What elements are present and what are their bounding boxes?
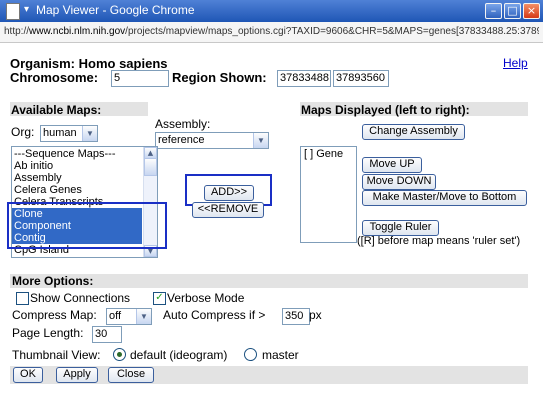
chromosome-label: Chromosome: bbox=[10, 70, 99, 85]
auto-compress-unit: px bbox=[309, 308, 322, 322]
make-master-button[interactable]: Make Master/Move to Bottom bbox=[362, 190, 527, 206]
auto-compress-label: Auto Compress if > bbox=[163, 308, 266, 322]
compress-map-value: off bbox=[109, 310, 122, 322]
list-item[interactable]: ---Sequence Maps--- bbox=[12, 148, 142, 160]
help-link[interactable]: Help bbox=[503, 56, 528, 70]
url-prefix: http:// bbox=[4, 26, 30, 37]
assembly-value: reference bbox=[158, 134, 205, 146]
thumbnail-master-label: master bbox=[262, 348, 299, 362]
show-connections-label: Show Connections bbox=[30, 291, 131, 305]
close-icon[interactable]: × bbox=[523, 3, 540, 19]
assembly-label: Assembly: bbox=[155, 117, 211, 131]
chromosome-input[interactable]: 5 bbox=[111, 70, 169, 87]
add-button[interactable]: ADD>> bbox=[204, 185, 254, 201]
list-item[interactable]: Assembly bbox=[12, 172, 142, 184]
window-title: Map Viewer - Google Chrome bbox=[36, 3, 195, 17]
page-icon bbox=[6, 3, 20, 20]
url-host: www.ncbi.nlm.nih.gov bbox=[29, 26, 126, 37]
thumbnail-view-label: Thumbnail View: bbox=[12, 348, 101, 362]
check-icon: ✓ bbox=[155, 292, 164, 303]
radio-dot-icon bbox=[117, 352, 122, 357]
list-item[interactable]: Celera Genes bbox=[12, 184, 142, 196]
move-up-button[interactable]: Move UP bbox=[362, 157, 422, 173]
maximize-icon[interactable]: □ bbox=[504, 3, 521, 19]
page-length-input[interactable]: 30 bbox=[92, 326, 122, 343]
ruler-note: ([R] before map means 'ruler set') bbox=[357, 235, 521, 247]
list-item[interactable]: [ ] Gene bbox=[302, 148, 355, 160]
chevron-down-icon[interactable]: ▼ bbox=[82, 126, 97, 141]
chevron-down-icon[interactable]: ▼ bbox=[253, 133, 268, 148]
selection-highlight-box bbox=[7, 202, 167, 249]
url-path: /projects/mapview/maps_options.cgi?TAXID… bbox=[125, 26, 539, 37]
show-connections-checkbox[interactable] bbox=[16, 292, 29, 305]
apply-button[interactable]: Apply bbox=[56, 367, 98, 383]
region-label: Region Shown: bbox=[172, 70, 267, 85]
minimize-icon[interactable]: – bbox=[485, 3, 502, 19]
maps-displayed-list[interactable]: [ ] Gene bbox=[300, 146, 357, 243]
chevron-down-icon[interactable]: ▾ bbox=[24, 4, 29, 15]
region-start-input[interactable]: 37833488 bbox=[277, 70, 331, 87]
assembly-select[interactable]: reference ▼ bbox=[155, 132, 269, 149]
close-button[interactable]: Close bbox=[108, 367, 154, 383]
compress-map-select[interactable]: off ▼ bbox=[106, 308, 152, 325]
maps-displayed-heading: Maps Displayed (left to right): bbox=[301, 103, 470, 117]
window-titlebar: ▾ Map Viewer - Google Chrome – □ × bbox=[0, 0, 543, 23]
move-down-button[interactable]: Move DOWN bbox=[362, 174, 436, 190]
chevron-down-icon[interactable]: ▼ bbox=[136, 309, 151, 324]
page-length-label: Page Length: bbox=[12, 326, 84, 340]
org-label: Org: bbox=[11, 125, 35, 139]
thumbnail-default-radio[interactable] bbox=[113, 348, 126, 361]
url-text[interactable]: http://www.ncbi.nlm.nih.gov/projects/map… bbox=[4, 26, 539, 37]
remove-button[interactable]: <<REMOVE bbox=[192, 202, 264, 218]
region-end-input[interactable]: 37893560 bbox=[333, 70, 389, 87]
organism-label: Organism: Homo sapiens bbox=[10, 56, 168, 71]
org-select[interactable]: human ▼ bbox=[40, 125, 98, 142]
change-assembly-button[interactable]: Change Assembly bbox=[362, 124, 465, 140]
scroll-thumb[interactable] bbox=[144, 158, 157, 176]
verbose-mode-label: Verbose Mode bbox=[167, 291, 245, 305]
available-maps-heading: Available Maps: bbox=[11, 103, 102, 117]
thumbnail-master-radio[interactable] bbox=[244, 348, 257, 361]
organism-value: Homo sapiens bbox=[78, 56, 168, 71]
ok-button[interactable]: OK bbox=[13, 367, 43, 383]
compress-map-label: Compress Map: bbox=[12, 308, 97, 322]
list-item[interactable]: Ab initio bbox=[12, 160, 142, 172]
auto-compress-input[interactable]: 350 bbox=[282, 308, 310, 325]
toggle-ruler-button[interactable]: Toggle Ruler bbox=[362, 220, 439, 236]
org-value: human bbox=[43, 127, 77, 139]
thumbnail-default-label: default (ideogram) bbox=[130, 348, 228, 362]
verbose-mode-checkbox[interactable]: ✓ bbox=[153, 292, 166, 305]
more-options-heading: More Options: bbox=[12, 274, 94, 288]
